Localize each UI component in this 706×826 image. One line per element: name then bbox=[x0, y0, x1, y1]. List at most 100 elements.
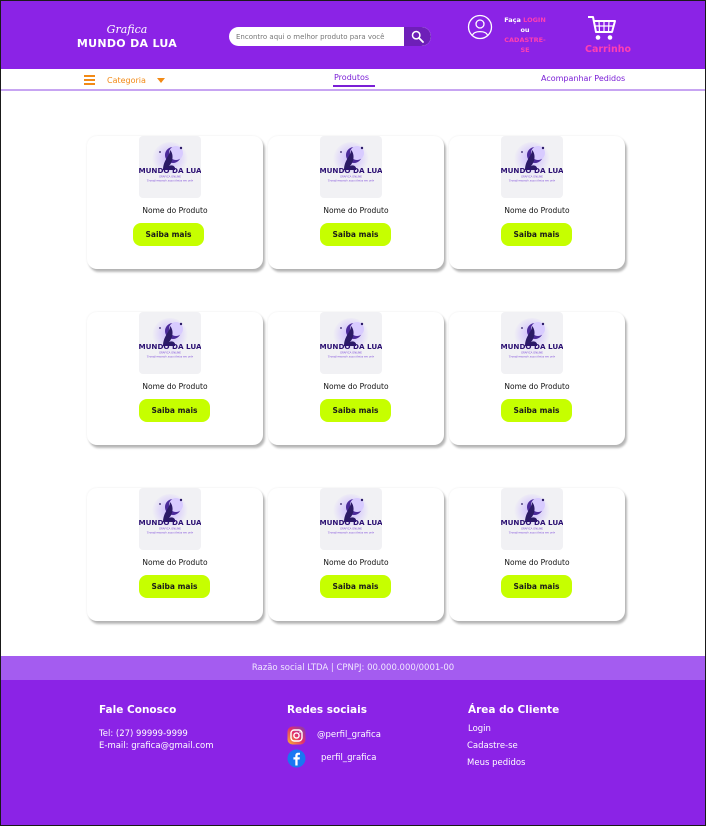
contact-email: E-mail: grafica@gmail.com bbox=[99, 741, 214, 751]
thumbnail-tagline: Transformando suas ideias em arte bbox=[328, 531, 375, 535]
contact-title: Fale Conosco bbox=[99, 704, 177, 716]
product-image[interactable]: MUNDO DA LUA GRÁFICA ONLINE Transformando … bbox=[320, 488, 382, 550]
login-register-link[interactable]: Faça LOGIN ou CADASTRE- SE bbox=[497, 15, 553, 55]
product-name: Nome do Produto bbox=[323, 382, 389, 391]
thumbnail-tagline: Transformando suas ideias em arte bbox=[147, 355, 194, 359]
moon-logo-icon: MUNDO DA LUAGRÁFICA ONLINETransformando … bbox=[320, 318, 382, 359]
product-name: Nome do Produto bbox=[142, 558, 208, 567]
thumbnail-title: MUNDO DA LUA bbox=[139, 518, 201, 527]
product-card[interactable]: MUNDO DA LUA GRÁFICA ONLINE Transformando … bbox=[87, 136, 263, 269]
facebook-icon[interactable] bbox=[287, 749, 306, 768]
product-card[interactable]: MUNDO DA LUA GRÁFICA ONLINE Transformando … bbox=[449, 312, 625, 445]
tab-track-orders[interactable]: Acompanhar Pedidos bbox=[541, 74, 625, 83]
product-name: Nome do Produto bbox=[323, 558, 389, 567]
search-icon bbox=[411, 30, 424, 43]
thumbnail-title: MUNDO DA LUA bbox=[320, 342, 382, 351]
contact-phone: Tel: (27) 99999-9999 bbox=[99, 729, 188, 739]
product-name: Nome do Produto bbox=[504, 206, 570, 215]
learn-more-button[interactable]: Saiba mais bbox=[320, 223, 391, 246]
thumbnail-title: MUNDO DA LUA bbox=[139, 166, 201, 175]
product-image[interactable]: MUNDO DA LUA GRÁFICA ONLINE Transformando … bbox=[501, 488, 563, 550]
tab-products[interactable]: Produtos bbox=[334, 73, 369, 82]
thumbnail-tagline: Transformando suas ideias em arte bbox=[509, 179, 556, 183]
moon-logo-icon: MUNDO DA LUAGRÁFICA ONLINETransformando … bbox=[320, 494, 382, 535]
register-link[interactable]: CADASTRE- bbox=[497, 35, 553, 45]
logo[interactable]: Grafica MUNDO DA LUA bbox=[75, 23, 179, 51]
product-name: Nome do Produto bbox=[142, 206, 208, 215]
search-input[interactable] bbox=[229, 27, 405, 46]
client-orders-link[interactable]: Meus pedidos bbox=[467, 758, 526, 768]
learn-more-button[interactable]: Saiba mais bbox=[501, 399, 572, 422]
product-image[interactable]: MUNDO DA LUA GRÁFICA ONLINE Transformando … bbox=[139, 136, 201, 198]
page: Grafica MUNDO DA LUA Faça LOGIN ou CA bbox=[1, 1, 705, 825]
product-image[interactable]: MUNDO DA LUA GRÁFICA ONLINE Transformando … bbox=[320, 136, 382, 198]
product-card[interactable]: MUNDO DA LUA GRÁFICA ONLINE Transformando … bbox=[87, 312, 263, 445]
product-card[interactable]: MUNDO DA LUA GRÁFICA ONLINE Transformando … bbox=[268, 312, 444, 445]
thumbnail-tagline: Transformando suas ideias em arte bbox=[147, 531, 194, 535]
learn-more-button[interactable]: Saiba mais bbox=[501, 575, 572, 598]
login-or: ou bbox=[520, 26, 530, 34]
thumbnail-tagline: Transformando suas ideias em arte bbox=[328, 355, 375, 359]
moon-logo-icon: MUNDO DA LUAGRÁFICA ONLINETransformando … bbox=[139, 318, 201, 359]
product-card[interactable]: MUNDO DA LUA GRÁFICA ONLINE Transformando … bbox=[449, 488, 625, 621]
register-link-end[interactable]: SE bbox=[497, 45, 553, 55]
search-button[interactable] bbox=[404, 27, 431, 46]
product-image[interactable]: MUNDO DA LUA GRÁFICA ONLINE Transformando … bbox=[501, 312, 563, 374]
login-prefix: Faça bbox=[504, 16, 521, 24]
search-bar bbox=[229, 27, 431, 46]
thumbnail-tagline: Transformando suas ideias em arte bbox=[328, 179, 375, 183]
product-name: Nome do Produto bbox=[323, 206, 389, 215]
cart-label[interactable]: Carrinho bbox=[584, 44, 632, 55]
cart-icon[interactable] bbox=[587, 14, 617, 42]
learn-more-button[interactable]: Saiba mais bbox=[139, 575, 210, 598]
instagram-handle[interactable]: @perfil_grafica bbox=[317, 730, 381, 740]
footer: Fale Conosco Tel: (27) 99999-9999 E-mail… bbox=[1, 680, 705, 825]
learn-more-button[interactable]: Saiba mais bbox=[501, 223, 572, 246]
learn-more-button[interactable]: Saiba mais bbox=[133, 223, 204, 246]
moon-logo-icon: MUNDO DA LUAGRÁFICA ONLINETransformando … bbox=[501, 142, 563, 183]
client-area-title: Área do Cliente bbox=[468, 704, 560, 716]
thumbnail-tagline: Transformando suas ideias em arte bbox=[147, 179, 194, 183]
thumbnail-title: MUNDO DA LUA bbox=[320, 518, 382, 527]
thumbnail-tagline: Transformando suas ideias em arte bbox=[509, 531, 556, 535]
category-dropdown[interactable]: Categoria bbox=[107, 76, 146, 85]
product-card[interactable]: MUNDO DA LUA GRÁFICA ONLINE Transformando … bbox=[268, 136, 444, 269]
thumbnail-title: MUNDO DA LUA bbox=[139, 342, 201, 351]
learn-more-button[interactable]: Saiba mais bbox=[139, 399, 210, 422]
thumbnail-tagline: Transformando suas ideias em arte bbox=[509, 355, 556, 359]
instagram-icon[interactable] bbox=[287, 726, 306, 745]
client-register-link[interactable]: Cadastre-se bbox=[467, 741, 518, 751]
product-image[interactable]: MUNDO DA LUA GRÁFICA ONLINE Transformando … bbox=[139, 312, 201, 374]
chevron-down-icon[interactable] bbox=[157, 78, 165, 83]
user-icon[interactable] bbox=[467, 14, 493, 40]
moon-logo-icon: MUNDO DA LUAGRÁFICA ONLINETransformando … bbox=[501, 494, 563, 535]
thumbnail-title: MUNDO DA LUA bbox=[501, 342, 563, 351]
product-card[interactable]: MUNDO DA LUA GRÁFICA ONLINE Transformando … bbox=[87, 488, 263, 621]
learn-more-button[interactable]: Saiba mais bbox=[320, 399, 391, 422]
thumbnail-title: MUNDO DA LUA bbox=[501, 166, 563, 175]
product-image[interactable]: MUNDO DA LUA GRÁFICA ONLINE Transformando … bbox=[501, 136, 563, 198]
learn-more-button[interactable]: Saiba mais bbox=[320, 575, 391, 598]
logo-name: MUNDO DA LUA bbox=[76, 37, 178, 50]
logo-script: Grafica bbox=[106, 23, 148, 36]
product-name: Nome do Produto bbox=[142, 382, 208, 391]
product-card[interactable]: MUNDO DA LUA GRÁFICA ONLINE Transformando … bbox=[449, 136, 625, 269]
thumbnail-title: MUNDO DA LUA bbox=[501, 518, 563, 527]
login-link[interactable]: LOGIN bbox=[523, 16, 546, 24]
product-image[interactable]: MUNDO DA LUA GRÁFICA ONLINE Transformando … bbox=[139, 488, 201, 550]
product-image[interactable]: MUNDO DA LUA GRÁFICA ONLINE Transformando … bbox=[320, 312, 382, 374]
thumbnail-title: MUNDO DA LUA bbox=[320, 166, 382, 175]
moon-logo-icon: MUNDO DA LUAGRÁFICA ONLINETransformando … bbox=[139, 494, 201, 535]
social-title: Redes sociais bbox=[287, 704, 367, 716]
menu-icon[interactable] bbox=[84, 75, 95, 85]
facebook-handle[interactable]: perfil_grafica bbox=[321, 753, 376, 763]
client-login-link[interactable]: Login bbox=[468, 724, 491, 734]
product-card[interactable]: MUNDO DA LUA GRÁFICA ONLINE Transformando … bbox=[268, 488, 444, 621]
product-name: Nome do Produto bbox=[504, 558, 570, 567]
product-name: Nome do Produto bbox=[504, 382, 570, 391]
moon-logo-icon: MUNDO DA LUAGRÁFICA ONLINETransformando … bbox=[139, 142, 201, 183]
active-tab-indicator bbox=[333, 85, 375, 87]
legal-strip: Razão social LTDA | CPNPJ: 00.000.000/00… bbox=[1, 656, 705, 680]
moon-logo-icon: MUNDO DA LUAGRÁFICA ONLINETransformando … bbox=[501, 318, 563, 359]
moon-logo-icon: MUNDO DA LUAGRÁFICA ONLINETransformando … bbox=[320, 142, 382, 183]
